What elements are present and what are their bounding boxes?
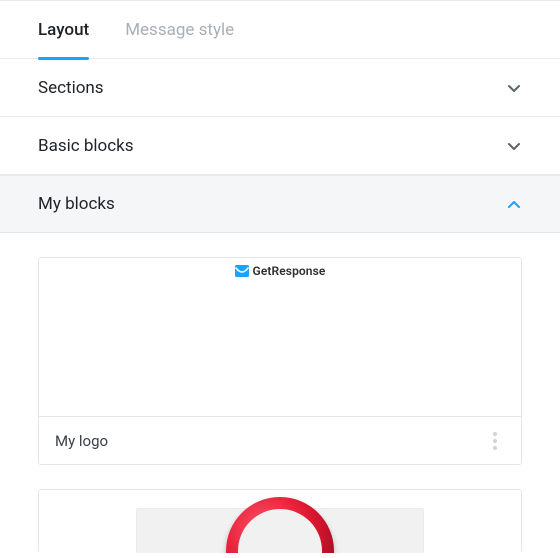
panel-tabs: Layout Message style [0, 1, 560, 59]
brand-text: GetResponse [253, 264, 326, 278]
accordion-my-blocks-label: My blocks [38, 194, 115, 214]
product-image [136, 508, 424, 553]
accordion-basic-blocks-label: Basic blocks [38, 136, 134, 156]
block-preview [39, 490, 521, 553]
tab-layout[interactable]: Layout [38, 1, 89, 59]
my-blocks-list: GetResponse My logo [0, 233, 560, 553]
chevron-down-icon [506, 80, 522, 96]
block-title: My logo [55, 432, 108, 450]
accordion-basic-blocks[interactable]: Basic blocks [0, 117, 560, 175]
getresponse-logo: GetResponse [235, 264, 326, 278]
tab-message-style[interactable]: Message style [125, 1, 234, 59]
chevron-down-icon [506, 138, 522, 154]
accordion-my-blocks[interactable]: My blocks [0, 175, 560, 233]
accordion-sections[interactable]: Sections [0, 59, 560, 117]
block-preview: GetResponse [39, 258, 521, 416]
accordion-sections-label: Sections [38, 78, 104, 98]
block-menu-button[interactable] [485, 427, 505, 455]
chevron-up-icon [506, 196, 522, 212]
envelope-icon [235, 265, 249, 277]
block-card[interactable]: GetResponse My logo [38, 257, 522, 465]
editor-right-panel: Layout Message style Sections Basic bloc… [0, 0, 560, 553]
block-footer: My logo [39, 416, 521, 464]
block-card[interactable] [38, 489, 522, 553]
